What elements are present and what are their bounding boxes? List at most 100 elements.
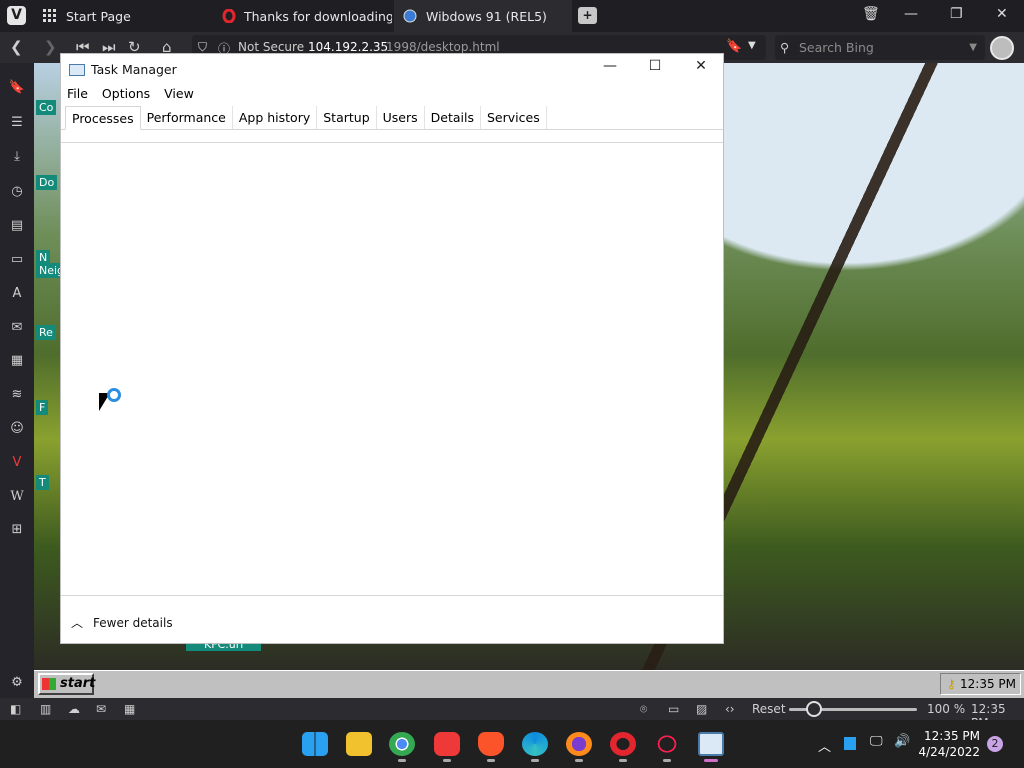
column-header-divider <box>61 142 723 143</box>
firefox-icon[interactable] <box>566 732 592 756</box>
tab-processes[interactable]: Processes <box>65 106 141 130</box>
opera-icon <box>222 8 236 24</box>
tab-users[interactable]: Users <box>377 106 425 129</box>
active-indicator <box>704 759 718 762</box>
reading-list-icon[interactable]: ☰ <box>8 114 26 132</box>
grid-icon <box>42 8 58 24</box>
new-tab-button[interactable]: + <box>578 7 597 24</box>
feeds-icon[interactable]: ≋ <box>8 386 26 404</box>
tab-start-page[interactable]: Start Page <box>34 0 212 32</box>
opera-icon[interactable] <box>610 732 636 756</box>
tab-details[interactable]: Details <box>425 106 481 129</box>
clock-date: 4/24/2022 <box>918 745 980 759</box>
close-icon[interactable]: ✕ <box>996 6 1008 22</box>
tab-opera-download[interactable]: Thanks for downloading Op <box>214 0 392 32</box>
key-icon: ⚷ <box>947 677 956 691</box>
tiling-icon[interactable]: ▭ <box>668 702 679 716</box>
profile-avatar[interactable] <box>990 36 1014 60</box>
vivaldi-menu-icon[interactable]: V <box>7 6 26 25</box>
url-path: :1998/desktop.html <box>382 40 500 54</box>
panel-toggle-icon[interactable]: ◧ <box>10 702 21 716</box>
tray-app-icon[interactable] <box>844 737 856 750</box>
chevron-down-icon[interactable]: ▼ <box>748 40 756 51</box>
vivaldi-icon[interactable] <box>434 732 460 756</box>
add-panel-icon[interactable]: ⊞ <box>8 521 26 539</box>
running-indicator <box>531 759 539 762</box>
task-manager-window[interactable]: Task Manager — ☐ ✕ File Options View Pro… <box>60 53 724 644</box>
windows-start-icon[interactable] <box>302 732 328 756</box>
menu-view[interactable]: View <box>164 86 194 101</box>
tab-label: Thanks for downloading Op <box>244 8 392 24</box>
trash-icon[interactable]: 🗑 <box>862 6 880 22</box>
minimize-button[interactable]: — <box>595 58 625 74</box>
tab-wibdows-91[interactable]: Wibdows 91 (REL5) <box>394 0 572 32</box>
history-icon[interactable]: ◷ <box>8 183 26 201</box>
file-explorer-icon[interactable] <box>346 732 372 756</box>
brave-icon[interactable] <box>478 732 504 756</box>
desktop-icon-label[interactable]: Do <box>36 175 58 190</box>
system-clock[interactable]: 12:35 PM 4/24/2022 <box>918 728 980 760</box>
running-indicator <box>487 759 495 762</box>
settings-icon[interactable]: ⚙ <box>8 674 26 692</box>
window-title: Task Manager <box>69 62 177 77</box>
close-button[interactable]: ✕ <box>686 58 716 74</box>
images-icon[interactable]: ▨ <box>696 702 707 716</box>
zoom-reset-button[interactable]: Reset <box>752 702 786 716</box>
tab-label: Start Page <box>66 8 131 24</box>
zoom-level: 100 % <box>927 702 966 716</box>
downloads-icon[interactable]: ⤓ <box>8 148 26 166</box>
wikipedia-panel-icon[interactable]: W <box>8 488 26 506</box>
maximize-button[interactable]: ☐ <box>640 58 670 74</box>
task-manager-icon[interactable] <box>698 732 724 756</box>
minimize-icon[interactable]: — <box>904 6 918 22</box>
search-icon: ⚲ <box>780 40 790 55</box>
search-input[interactable]: ⚲ Search Bing ▼ <box>775 35 985 60</box>
chrome-icon[interactable] <box>389 732 415 756</box>
running-indicator <box>619 759 627 762</box>
zoom-slider-handle[interactable] <box>806 701 822 717</box>
menu-bar: File Options View <box>67 86 194 101</box>
window-title-text: Task Manager <box>91 62 177 77</box>
notification-badge[interactable]: 2 <box>987 736 1003 752</box>
tab-performance[interactable]: Performance <box>141 106 233 129</box>
desktop-icon-label[interactable]: F <box>36 400 49 415</box>
contacts-icon[interactable]: ☺ <box>8 420 26 438</box>
chevron-up-icon[interactable]: ︿ <box>818 736 831 755</box>
bookmarks-panel-icon[interactable]: 🔖 <box>8 79 26 97</box>
mail-icon[interactable]: ✉ <box>8 319 26 337</box>
back-icon[interactable]: ❮ <box>10 38 23 56</box>
capture-icon[interactable]: ⌾ <box>640 702 647 717</box>
forward-icon[interactable]: ❯ <box>44 38 57 56</box>
translate-icon[interactable]: A <box>8 285 26 303</box>
search-engine-dropdown-icon[interactable]: ▼ <box>969 35 977 60</box>
page-actions-icon[interactable]: ‹› <box>725 702 735 716</box>
running-indicator <box>663 759 671 762</box>
clock-time: 12:35 PM <box>924 729 980 743</box>
url-host: 104.192.2.35 <box>308 40 389 54</box>
desktop-icon-label[interactable]: Re <box>36 325 56 340</box>
tab-tiling-icon[interactable]: ▥ <box>40 702 51 716</box>
notes-icon[interactable]: ▤ <box>8 217 26 235</box>
tab-services[interactable]: Services <box>481 106 547 129</box>
desktop-icon-label[interactable]: T <box>36 475 49 490</box>
restore-icon[interactable]: ❐ <box>950 6 963 22</box>
edge-icon[interactable] <box>522 732 548 756</box>
fewer-details-button[interactable]: ︿ Fewer details <box>71 614 173 631</box>
globe-icon <box>402 8 418 24</box>
network-icon[interactable]: 🖵 <box>870 734 883 749</box>
window-panel-icon[interactable]: ▭ <box>8 251 26 269</box>
menu-options[interactable]: Options <box>102 86 150 101</box>
tab-app-history[interactable]: App history <box>233 106 318 129</box>
desktop-icon-label[interactable]: Co <box>36 100 57 115</box>
opera-gx-icon[interactable] <box>654 732 680 756</box>
calendar-status-icon[interactable]: ▦ <box>124 702 135 716</box>
volume-icon[interactable]: 🔊 <box>894 734 910 749</box>
vivaldi-web-panel-icon[interactable]: V <box>8 454 26 472</box>
footer-divider <box>61 595 723 596</box>
sync-cloud-icon[interactable]: ☁ <box>68 702 80 716</box>
tab-startup[interactable]: Startup <box>317 106 377 129</box>
menu-file[interactable]: File <box>67 86 88 101</box>
calendar-icon[interactable]: ▦ <box>8 352 26 370</box>
bookmark-icon[interactable]: 🔖 <box>726 39 742 54</box>
mail-status-icon[interactable]: ✉ <box>96 702 106 716</box>
